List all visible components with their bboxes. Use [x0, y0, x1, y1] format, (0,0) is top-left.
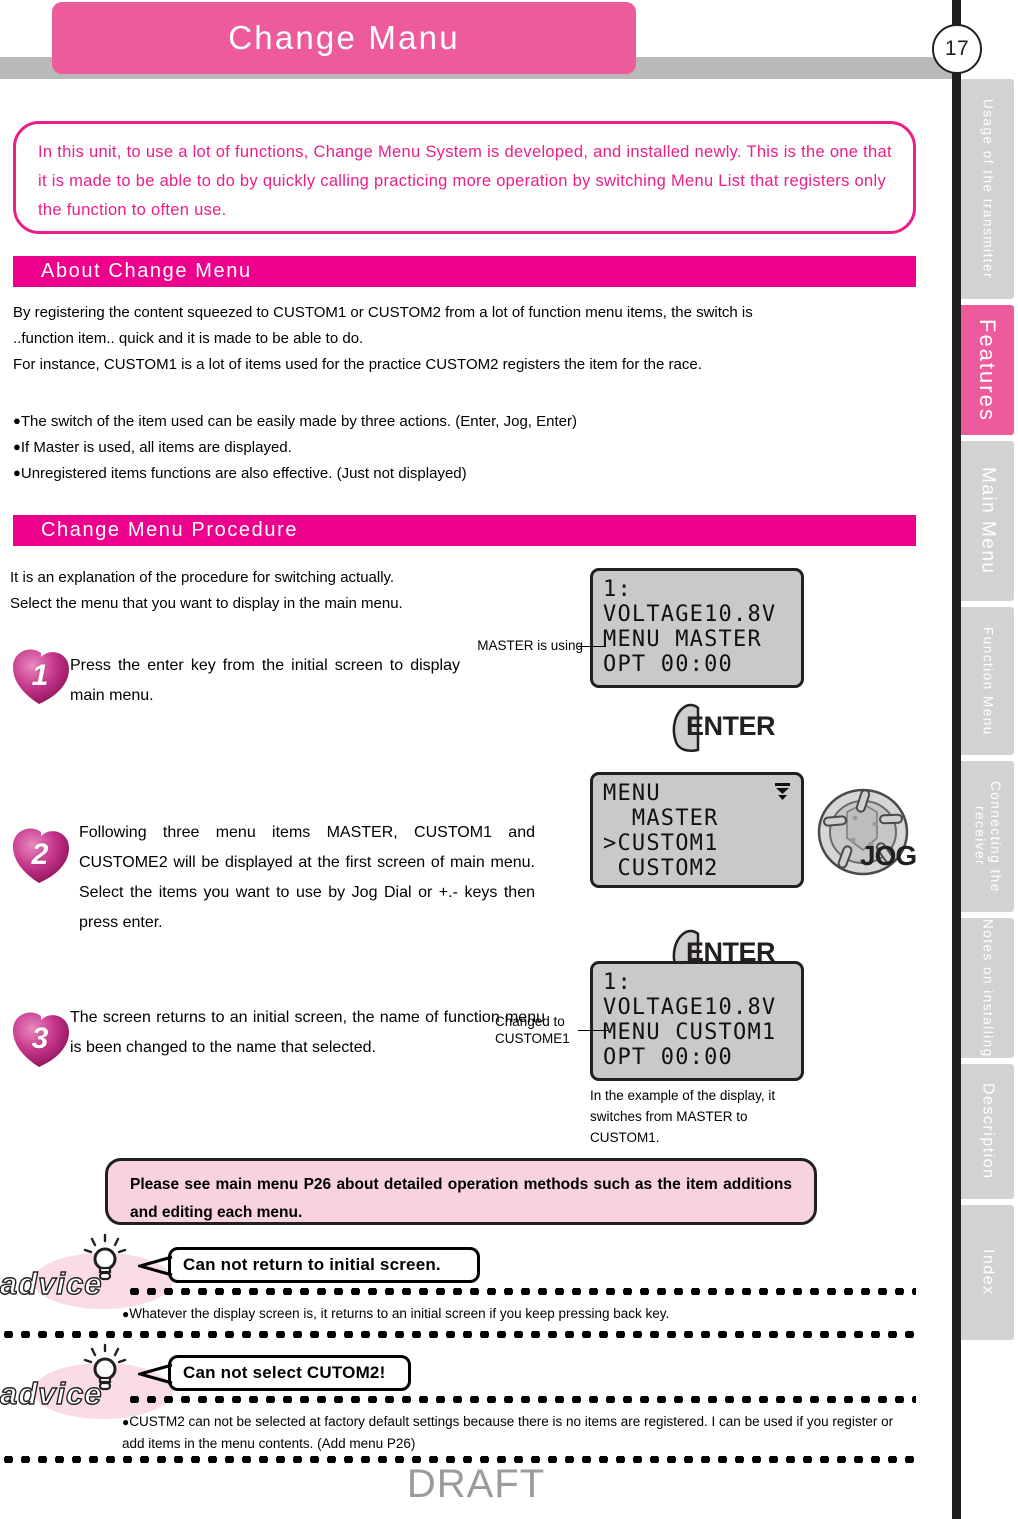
- about-bullet-1-label: The switch of the item used can be easil…: [20, 413, 577, 430]
- lcd-line: 1:: [603, 970, 632, 995]
- note-box: Please see main menu P26 about detailed …: [105, 1158, 817, 1225]
- about-bullet-2-label: If Master is used, all items are display…: [20, 439, 292, 456]
- callout-leader-line: [578, 646, 606, 647]
- sidebar-tab-main-menu[interactable]: Main Menu: [961, 441, 1014, 601]
- lcd-line: OPT 00:00: [603, 652, 734, 677]
- lcd-line: MENU CUSTOM1: [603, 1020, 777, 1045]
- sidebar-tab-index[interactable]: Index: [961, 1205, 1014, 1340]
- about-paragraph-2: ..function item.. quick and it is made t…: [13, 330, 364, 347]
- jog-dial-icon: JOG: [815, 788, 930, 883]
- sidebar-tab-label: Index: [979, 1249, 997, 1296]
- sidebar-tab-label: Function Menu: [980, 626, 996, 736]
- bullet-dot-icon: ●: [13, 413, 21, 428]
- lcd-display-initial-custom1: 1: VOLTAGE10.8V MENU CUSTOM1 OPT 00:00: [590, 961, 804, 1081]
- advice-bubble-1-label: Can not return to initial screen.: [183, 1255, 441, 1274]
- advice-bubble-2-label: Can not select CUTOM2!: [183, 1363, 386, 1382]
- step-badge-1: 1: [11, 649, 73, 707]
- advice-divider-dotted-line-1: [0, 1331, 916, 1338]
- lcd-line: VOLTAGE10.8V: [603, 995, 777, 1020]
- lcd-line: VOLTAGE10.8V: [603, 602, 777, 627]
- page-number-badge: 17: [932, 24, 982, 74]
- section-heading-label: Change Menu Procedure: [41, 519, 299, 541]
- advice-note-2: ●CUSTM2 can not be selected at factory d…: [122, 1411, 917, 1455]
- lightbulb-icon-1: [83, 1233, 127, 1281]
- sidebar-tab-label: Description: [979, 1083, 997, 1180]
- advice-bubble-tail-2: [138, 1363, 173, 1385]
- advice-dotted-line-2: [126, 1396, 916, 1403]
- lcd-line: MASTER: [603, 806, 719, 831]
- lcd-line: MENU MASTER: [603, 627, 762, 652]
- sidebar-tab-usage-of-the-transmitter[interactable]: Usage of the transmitter: [961, 79, 1014, 299]
- section-tabs: Usage of the transmitter Features Main M…: [961, 0, 1018, 1519]
- sidebar-tab-label: Connecting the receiver: [972, 780, 1004, 893]
- about-bullet-1: ●The switch of the item used can be easi…: [13, 408, 893, 435]
- about-bullet-3-label: Unregistered items functions are also ef…: [20, 465, 467, 482]
- lcd-line: 1:: [603, 577, 632, 602]
- advice-note-1-label: Whatever the display screen is, it retur…: [129, 1306, 670, 1321]
- sidebar-tab-label: Notes on installing: [980, 918, 996, 1058]
- sidebar-tab-connecting-the-receiver[interactable]: Connecting the receiver: [961, 761, 1014, 912]
- section-heading-label: About Change Menu: [41, 260, 252, 282]
- sidebar-tab-label: Features: [975, 318, 1001, 422]
- sidebar-tab-notes-on-installing[interactable]: Notes on installing: [961, 918, 1014, 1058]
- lcd3-caption: In the example of the display, it switch…: [590, 1088, 776, 1145]
- draft-watermark: DRAFT: [406, 1462, 546, 1506]
- callout-leader-line: [578, 1030, 608, 1031]
- sidebar-tab-features[interactable]: Features: [961, 305, 1014, 435]
- about-bullet-3: ●Unregistered items functions are also e…: [13, 460, 893, 487]
- lightbulb-icon-2: [83, 1343, 127, 1391]
- advice-bubble-2: Can not select CUTOM2!: [168, 1355, 411, 1391]
- page-title-plate: Change Manu: [52, 2, 636, 74]
- about-paragraph-3: For instance, CUSTOM1 is a lot of items …: [13, 356, 702, 373]
- step-number: 3: [31, 1022, 49, 1055]
- bullet-dot-icon: ●: [13, 465, 21, 480]
- page-number: 17: [944, 37, 970, 60]
- lcd-line: >CUSTOM1: [603, 831, 719, 856]
- sidebar-tab-label: Main Menu: [977, 467, 999, 575]
- step-number: 1: [31, 659, 49, 692]
- step-badge-2: 2: [11, 828, 73, 886]
- intro-text: In this unit, to use a lot of functions,…: [38, 143, 892, 219]
- advice-note-1: ●Whatever the display screen is, it retu…: [122, 1303, 912, 1325]
- jog-label: JOG: [860, 840, 917, 871]
- step-text-2: Following three menu items MASTER, CUSTO…: [79, 824, 535, 931]
- step-number: 2: [31, 838, 49, 871]
- enter-key-label: ENTER: [686, 711, 776, 741]
- lcd-display-initial-master: 1: VOLTAGE10.8V MENU MASTER OPT 00:00: [590, 568, 804, 688]
- advice-bubble-tail-1: [138, 1255, 173, 1277]
- page-title: Change Manu: [228, 19, 460, 56]
- note-box-text: Please see main menu P26 about detailed …: [130, 1176, 792, 1221]
- intro-callout-box: In this unit, to use a lot of functions,…: [13, 121, 916, 234]
- enter-key-icon-1: ENTER: [668, 702, 796, 754]
- lcd-line: CUSTOM2: [603, 856, 719, 881]
- callout-master-is-using: MASTER is using: [477, 638, 583, 653]
- about-bullet-2: ●If Master is used, all items are displa…: [13, 434, 893, 461]
- sidebar-tab-label: Usage of the transmitter: [980, 98, 996, 280]
- procedure-lead-2: Select the menu that you want to display…: [10, 595, 403, 612]
- step-text-1: Press the enter key from the initial scr…: [70, 657, 460, 704]
- section-heading-change-menu-procedure: Change Menu Procedure: [13, 515, 916, 546]
- step-text-3: The screen returns to an initial screen,…: [70, 1009, 545, 1056]
- page-spine: [952, 0, 961, 1519]
- section-heading-about-change-menu: About Change Menu: [13, 256, 916, 287]
- sidebar-tab-description[interactable]: Description: [961, 1064, 1014, 1199]
- advice-bubble-1: Can not return to initial screen.: [168, 1247, 480, 1283]
- step-badge-3: 3: [11, 1012, 73, 1070]
- lcd-line: MENU: [603, 781, 661, 806]
- manual-page: Change Manu 17 Usage of the transmitter …: [0, 0, 1018, 1519]
- scroll-down-arrow-icon: [775, 783, 790, 800]
- about-paragraph-1: By registering the content squeezed to C…: [13, 304, 753, 321]
- lcd-line: OPT 00:00: [603, 1045, 734, 1070]
- bullet-dot-icon: ●: [13, 439, 21, 454]
- advice-dotted-line-1: [126, 1288, 916, 1295]
- procedure-lead-1: It is an explanation of the procedure fo…: [10, 569, 395, 586]
- advice-note-2-label: CUSTM2 can not be selected at factory de…: [122, 1414, 894, 1451]
- sidebar-tab-function-menu[interactable]: Function Menu: [961, 607, 1014, 755]
- lcd-display-main-menu: MENU MASTER >CUSTOM1 CUSTOM2: [590, 772, 804, 888]
